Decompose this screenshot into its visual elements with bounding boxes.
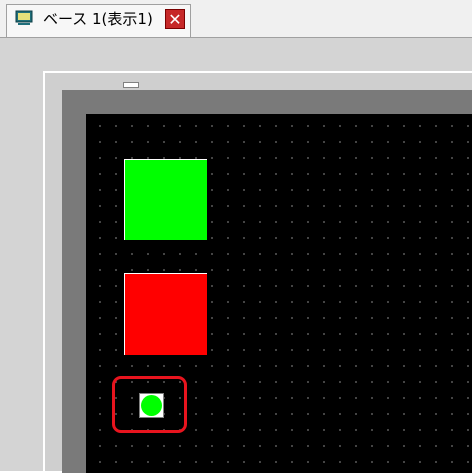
red-switch[interactable] xyxy=(124,273,207,355)
tab-label: ベース 1(表示1) xyxy=(43,10,153,28)
green-switch[interactable] xyxy=(124,159,207,240)
screen-icon xyxy=(15,10,33,25)
minimize-icon[interactable] xyxy=(123,82,139,88)
tab-bar: ベース 1(表示1) ✕ xyxy=(0,0,472,38)
tab-base-1[interactable]: ベース 1(表示1) ✕ xyxy=(6,4,191,37)
close-icon[interactable]: ✕ xyxy=(165,9,185,29)
screen-canvas[interactable] xyxy=(86,114,472,473)
screen-inner-frame xyxy=(62,90,472,473)
lamp-indicator xyxy=(141,395,162,416)
lamp[interactable] xyxy=(139,393,164,418)
screen-outer-frame xyxy=(43,71,472,473)
